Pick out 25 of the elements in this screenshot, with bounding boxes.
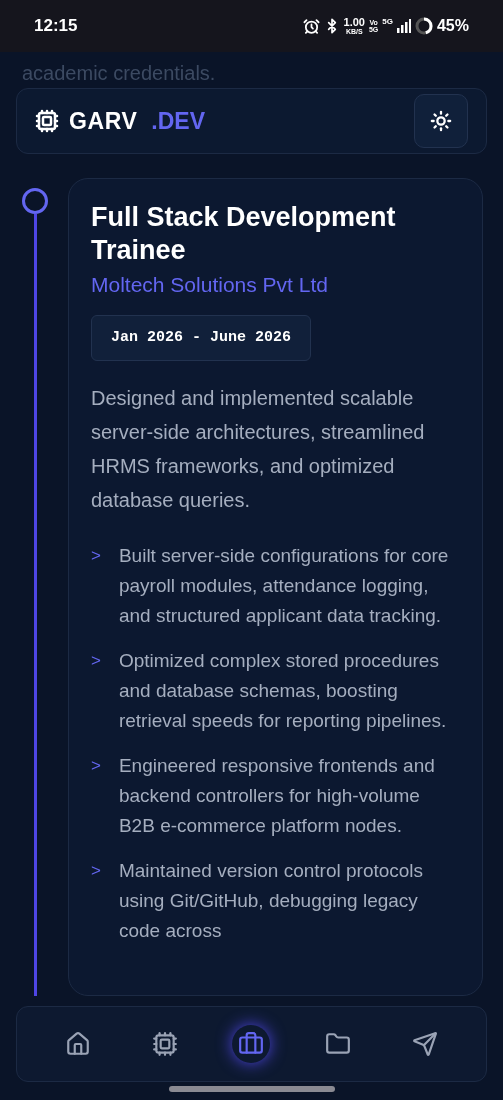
bullet-text: Optimized complex stored procedures and database schemas, boosting retrieval speeds for reporting pipelines. xyxy=(118,649,448,733)
date-badge: Jan 2026 - June 2026 xyxy=(91,314,312,361)
job-description: Designed and implemented scalable server-side architectures, streamlined HRMS frameworks, and optimized database queries. xyxy=(91,386,426,513)
speed-value: 1.00 xyxy=(343,17,365,28)
bullet-text: Engineered responsive frontends and backend controllers for high-volume B2B e-commerce platform nodes. xyxy=(118,754,436,838)
job-title: Full Stack Development Trainee xyxy=(91,201,397,267)
signal-icon xyxy=(396,19,411,33)
bullet-marker: > xyxy=(91,860,101,882)
battery-ring-icon xyxy=(414,17,433,35)
bullet-marker: > xyxy=(91,545,101,567)
bullet-marker: > xyxy=(91,650,101,672)
logo-text: GARV xyxy=(69,106,138,136)
sun-icon xyxy=(430,110,452,132)
bullet-marker: > xyxy=(91,755,101,777)
battery-percent: 45% xyxy=(436,16,469,36)
chip-icon xyxy=(35,109,59,133)
company-name: Moltech Solutions Pvt Ltd xyxy=(91,272,329,298)
bullet-text: Built server-side configurations for core payroll modules, attendance logging, and structured applicant data tracking. xyxy=(118,544,450,628)
status-time: 12:15 xyxy=(34,15,78,38)
faded-text: academic credentials. xyxy=(22,61,216,86)
bullet-text: Maintained version control protocols using Git/GitHub, debugging legacy code across xyxy=(118,859,425,943)
alarm-icon xyxy=(302,17,320,35)
theme-toggle-button[interactable] xyxy=(414,94,468,148)
network-label: 5G xyxy=(382,16,393,28)
logo-accent: .DEV xyxy=(151,106,206,136)
